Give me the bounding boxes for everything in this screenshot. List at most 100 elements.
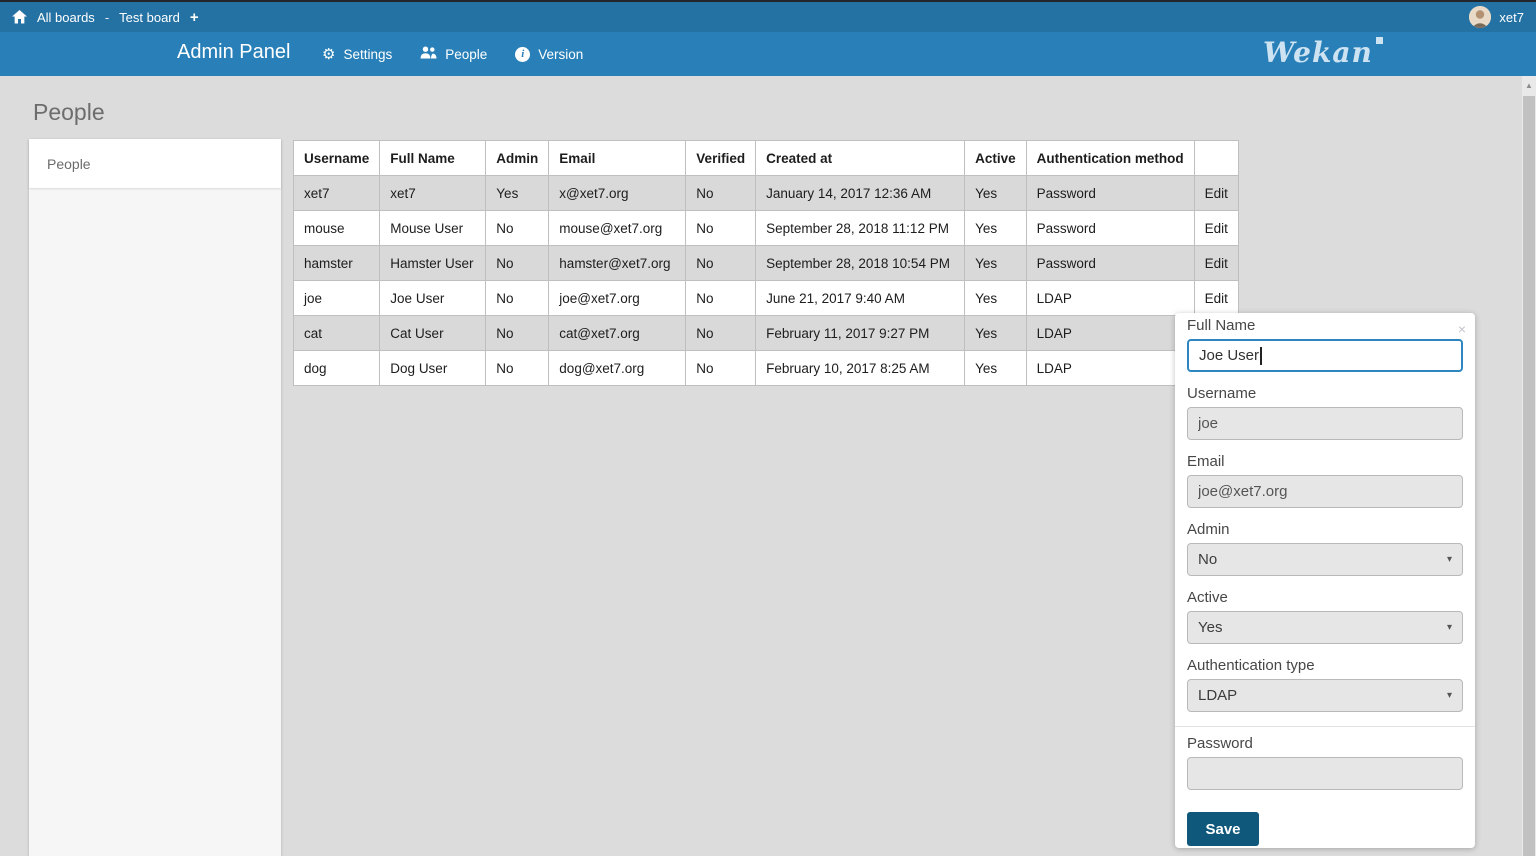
table-cell: No — [486, 316, 549, 351]
auth-type-select[interactable]: LDAP ▾ — [1187, 679, 1463, 712]
cell-text: Hamster User — [390, 256, 473, 271]
table-cell: dog — [294, 351, 380, 386]
column-header — [1194, 141, 1238, 176]
scroll-up-icon[interactable]: ▲ — [1522, 76, 1536, 90]
edit-cell: Edit — [1194, 246, 1238, 281]
scrollbar-thumb[interactable] — [1523, 96, 1535, 856]
table-cell: Hamster User — [380, 246, 486, 281]
add-board-icon[interactable]: + — [190, 10, 199, 25]
full-name-field[interactable]: Joe User — [1187, 339, 1463, 372]
edit-link[interactable]: Edit — [1205, 221, 1228, 236]
active-select-value: Yes — [1198, 619, 1222, 636]
column-header: Username — [294, 141, 380, 176]
auth-type-select-value: LDAP — [1198, 687, 1237, 704]
sidebar-item-label: People — [47, 156, 91, 172]
nav-version[interactable]: i Version — [515, 47, 583, 62]
edit-link[interactable]: Edit — [1205, 291, 1228, 306]
table-cell: No — [486, 281, 549, 316]
table-cell: LDAP — [1026, 351, 1194, 386]
cell-text: dog@xet7.org — [559, 361, 644, 376]
table-cell: Yes — [965, 246, 1027, 281]
table-cell: No — [686, 281, 756, 316]
table-cell: xet7 — [380, 176, 486, 211]
email-field-label: Email — [1187, 453, 1463, 470]
nav-people-label: People — [445, 47, 487, 62]
cell-text: No — [696, 221, 713, 236]
home-icon[interactable] — [12, 10, 27, 24]
people-table-body: xet7xet7Yesx@xet7.orgNoJanuary 14, 2017 … — [294, 176, 1239, 386]
sidebar: People — [29, 139, 281, 856]
cell-text: Yes — [975, 256, 997, 271]
breadcrumb-current-board[interactable]: Test board — [119, 10, 180, 25]
page-scrollbar[interactable]: ▲ — [1522, 76, 1536, 856]
table-header-row: UsernameFull NameAdminEmailVerifiedCreat… — [294, 141, 1239, 176]
table-cell: joe@xet7.org — [549, 281, 686, 316]
cell-text: Yes — [975, 186, 997, 201]
cell-text: mouse@xet7.org — [559, 221, 662, 236]
cell-text: No — [496, 326, 513, 341]
edit-cell: Edit — [1194, 211, 1238, 246]
table-cell: Yes — [965, 176, 1027, 211]
table-cell: No — [486, 211, 549, 246]
column-header: Created at — [756, 141, 965, 176]
table-cell: Dog User — [380, 351, 486, 386]
text-cursor — [1260, 347, 1262, 365]
logo-cube-icon — [1376, 37, 1383, 44]
table-cell: No — [686, 316, 756, 351]
cell-text: September 28, 2018 11:12 PM — [766, 221, 949, 236]
table-cell: June 21, 2017 9:40 AM — [756, 281, 965, 316]
breadcrumb-all-boards[interactable]: All boards — [37, 10, 95, 25]
table-cell: Password — [1026, 176, 1194, 211]
cell-text: September 28, 2018 10:54 PM — [766, 256, 950, 271]
close-icon[interactable]: × — [1458, 322, 1466, 336]
user-menu[interactable]: xet7 — [1469, 6, 1524, 28]
cell-text: No — [696, 291, 713, 306]
active-select[interactable]: Yes ▾ — [1187, 611, 1463, 644]
table-cell: Yes — [965, 211, 1027, 246]
email-field[interactable] — [1187, 475, 1463, 508]
column-header: Email — [549, 141, 686, 176]
cell-text: No — [696, 256, 713, 271]
table-cell: Yes — [965, 316, 1027, 351]
table-cell: joe — [294, 281, 380, 316]
cell-text: Dog User — [390, 361, 447, 376]
table-cell: No — [686, 211, 756, 246]
wekan-logo: Wekan — [1263, 36, 1383, 69]
table-cell: mouse@xet7.org — [549, 211, 686, 246]
table-cell: September 28, 2018 11:12 PM — [756, 211, 965, 246]
table-cell: Cat User — [380, 316, 486, 351]
cell-text: Joe User — [390, 291, 444, 306]
cell-text: No — [496, 361, 513, 376]
page-title: People — [33, 99, 105, 126]
column-header: Verified — [686, 141, 756, 176]
cell-text: February 11, 2017 9:27 PM — [766, 326, 929, 341]
avatar[interactable] — [1469, 6, 1491, 28]
password-field[interactable] — [1187, 757, 1463, 790]
username-field[interactable] — [1187, 407, 1463, 440]
breadcrumb-separator: - — [105, 10, 109, 25]
nav-settings[interactable]: ⚙ Settings — [322, 47, 392, 62]
admin-panel-title: Admin Panel — [177, 41, 290, 64]
sidebar-item-people[interactable]: People — [29, 139, 281, 188]
cell-text: Password — [1037, 256, 1096, 271]
cell-text: Yes — [975, 221, 997, 236]
cell-text: Yes — [496, 186, 518, 201]
save-button[interactable]: Save — [1187, 812, 1259, 846]
table-row: joe Joe User No joe@xet7.org No June 21, 2017… — [294, 281, 1239, 316]
edit-link[interactable]: Edit — [1205, 256, 1228, 271]
cell-text: joe@xet7.org — [559, 291, 640, 306]
table-cell: No — [486, 246, 549, 281]
admin-select[interactable]: No ▾ — [1187, 543, 1463, 576]
edit-cell: Edit — [1194, 176, 1238, 211]
cell-text: joe — [304, 291, 322, 306]
table-cell: Password — [1026, 211, 1194, 246]
edit-link[interactable]: Edit — [1205, 186, 1228, 201]
table-cell: No — [686, 176, 756, 211]
cell-text: Yes — [975, 291, 997, 306]
table-row: xet7xet7Yesx@xet7.orgNoJanuary 14, 2017 … — [294, 176, 1239, 211]
nav-people[interactable]: People — [420, 46, 487, 62]
table-cell: hamster@xet7.org — [549, 246, 686, 281]
table-row: mouseMouse UserNomouse@xet7.orgNoSeptemb… — [294, 211, 1239, 246]
table-cell: Yes — [486, 176, 549, 211]
cell-text: hamster@xet7.org — [559, 256, 670, 271]
